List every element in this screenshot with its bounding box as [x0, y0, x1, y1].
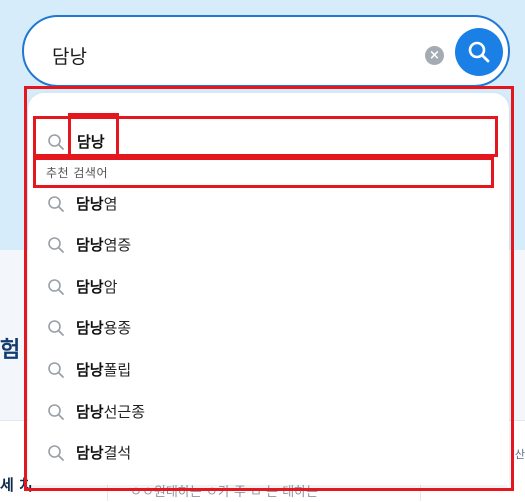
clear-icon[interactable]: ×	[425, 46, 444, 65]
suggestion-match: 담낭	[76, 195, 104, 213]
suggestion-match: 담낭	[76, 236, 104, 254]
background-link-fragment: 산	[514, 448, 525, 461]
suggestion-item[interactable]: 담낭결석	[76, 442, 131, 463]
suggestion-rest: 암	[103, 278, 118, 296]
suggestion-rest: 폴립	[103, 361, 132, 379]
suggestion-match: 담낭	[76, 361, 104, 379]
background-heading-fragment: 험	[0, 338, 21, 363]
recommended-section-label: 추천 검색어	[46, 166, 109, 180]
suggestion-item[interactable]: 담낭암	[76, 276, 117, 297]
suggestion-rest: 염증	[103, 236, 132, 254]
search-icon	[48, 404, 64, 420]
suggestion-rest: 결석	[103, 444, 132, 462]
search-icon	[48, 320, 64, 336]
current-query-suggestion[interactable]: 담낭	[77, 131, 105, 152]
suggestion-item[interactable]: 담낭염	[76, 193, 117, 214]
suggestion-item[interactable]: 담낭선근종	[76, 401, 145, 422]
suggestion-rest: 염	[103, 195, 118, 213]
search-icon	[48, 134, 64, 150]
suggestion-item[interactable]: 담낭염증	[76, 234, 131, 255]
search-icon	[468, 41, 490, 63]
search-bar[interactable]: 담낭 ×	[22, 15, 510, 87]
search-button[interactable]	[455, 28, 503, 76]
suggestion-rest: 용종	[103, 319, 132, 337]
search-icon	[48, 196, 64, 212]
suggestion-item[interactable]: 담낭용종	[76, 317, 131, 338]
suggestion-match: 담낭	[76, 319, 104, 337]
suggestion-item[interactable]: 담낭폴립	[76, 359, 131, 380]
suggestion-rest: 선근종	[103, 403, 146, 421]
search-icon	[48, 362, 64, 378]
search-icon	[48, 237, 64, 253]
search-icon	[48, 279, 64, 295]
search-icon	[48, 445, 64, 461]
search-input[interactable]: 담낭	[52, 42, 87, 69]
suggestion-match: 담낭	[76, 403, 104, 421]
suggestion-match: 담낭	[76, 444, 104, 462]
suggestion-match: 담낭	[76, 278, 104, 296]
